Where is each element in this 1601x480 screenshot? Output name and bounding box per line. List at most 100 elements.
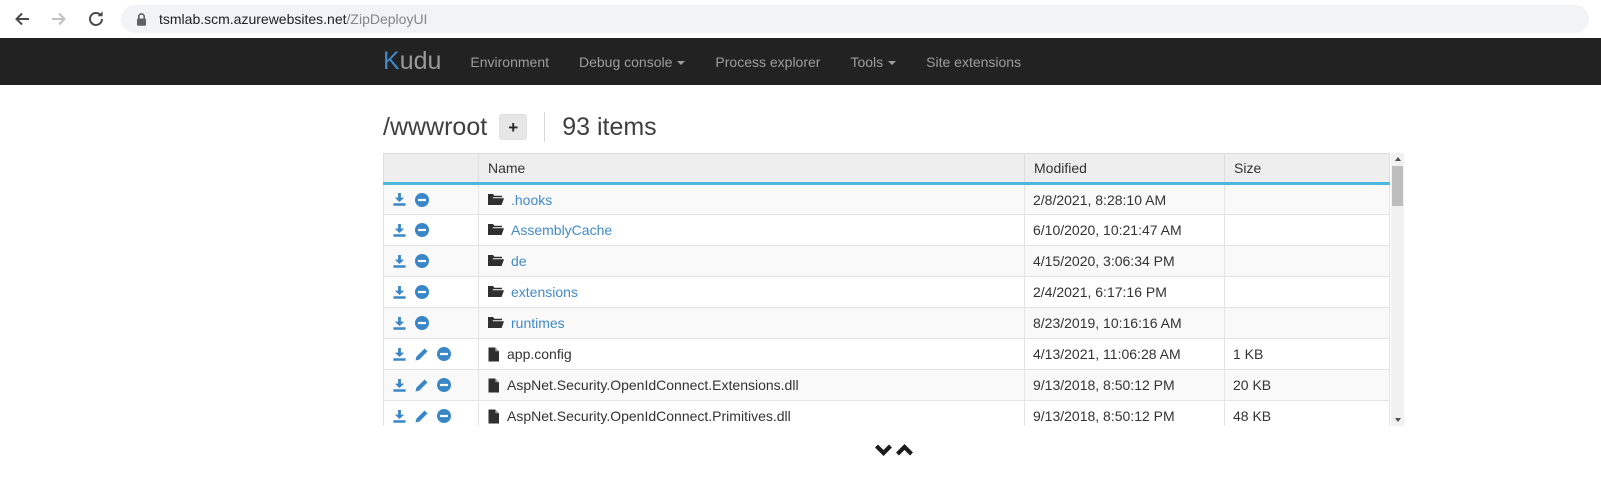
- scrollbar-thumb[interactable]: [1392, 166, 1403, 206]
- file-name-label[interactable]: app.config: [507, 346, 572, 362]
- file-table: Name Modified Size .hooks 2/8/2021, 8:28…: [383, 153, 1390, 426]
- nav-item-tools[interactable]: Tools: [835, 54, 911, 70]
- triangle-up-icon: [1395, 157, 1401, 161]
- browser-refresh-button[interactable]: [81, 4, 111, 34]
- delete-icon[interactable]: [436, 408, 452, 424]
- nav-item-debug-console[interactable]: Debug console: [564, 54, 700, 70]
- file-icon: [487, 378, 500, 393]
- col-header-size[interactable]: Size: [1225, 154, 1390, 184]
- path-title-row: /wwwroot + 93 items: [383, 110, 1404, 144]
- size-cell: 20 KB: [1225, 370, 1390, 401]
- pencil-icon[interactable]: [414, 409, 429, 424]
- table-row: extensions 2/4/2021, 6:17:16 PM: [384, 277, 1390, 308]
- table-header-row: Name Modified Size: [384, 154, 1390, 184]
- url-host: tsmlab.scm.azurewebsites.net: [159, 11, 347, 27]
- forward-arrow-icon: [50, 10, 68, 28]
- folder-name-link[interactable]: extensions: [511, 284, 578, 300]
- delete-icon[interactable]: [414, 222, 430, 238]
- size-cell: 1 KB: [1225, 339, 1390, 370]
- nav-item-site-extensions[interactable]: Site extensions: [911, 54, 1036, 70]
- pencil-icon[interactable]: [414, 378, 429, 393]
- file-browser-main: /wwwroot + 93 items Name Modified Size: [383, 110, 1404, 457]
- table-row: app.config 4/13/2021, 11:06:28 AM 1 KB: [384, 339, 1390, 370]
- address-bar[interactable]: tsmlab.scm.azurewebsites.net/ZipDeployUI: [121, 5, 1589, 33]
- chevron-down-icon: [677, 61, 685, 65]
- col-header-name[interactable]: Name: [479, 154, 1025, 184]
- size-cell: [1225, 246, 1390, 277]
- modified-cell: 2/8/2021, 8:28:10 AM: [1025, 184, 1225, 215]
- folder-icon: [487, 285, 504, 299]
- lock-icon[interactable]: [135, 12, 148, 27]
- modified-cell: 9/13/2018, 8:50:12 PM: [1025, 370, 1225, 401]
- folder-icon: [487, 223, 504, 237]
- delete-icon[interactable]: [414, 192, 430, 208]
- folder-name-link[interactable]: .hooks: [511, 192, 552, 208]
- nav-item-process-explorer[interactable]: Process explorer: [700, 54, 835, 70]
- table-row: runtimes 8/23/2019, 10:16:16 AM: [384, 308, 1390, 339]
- file-icon: [487, 409, 500, 424]
- download-icon[interactable]: [392, 409, 407, 424]
- download-icon[interactable]: [392, 347, 407, 362]
- size-cell: [1225, 277, 1390, 308]
- folder-name-link[interactable]: de: [511, 253, 527, 269]
- size-cell: 48 KB: [1225, 401, 1390, 427]
- file-icon: [487, 347, 500, 362]
- size-cell: [1225, 184, 1390, 215]
- table-row: .hooks 2/8/2021, 8:28:10 AM: [384, 184, 1390, 215]
- modified-cell: 2/4/2021, 6:17:16 PM: [1025, 277, 1225, 308]
- delete-icon[interactable]: [414, 284, 430, 300]
- chevron-up-icon[interactable]: [895, 443, 914, 457]
- download-icon[interactable]: [392, 316, 407, 331]
- browser-forward-button[interactable]: [44, 4, 74, 34]
- console-toggle-chevrons: [383, 443, 1404, 457]
- refresh-icon: [87, 10, 105, 28]
- browser-back-button[interactable]: [7, 4, 37, 34]
- file-name-label[interactable]: AspNet.Security.OpenIdConnect.Extensions…: [507, 377, 799, 393]
- modified-cell: 4/13/2021, 11:06:28 AM: [1025, 339, 1225, 370]
- size-cell: [1225, 308, 1390, 339]
- triangle-down-icon: [1395, 418, 1401, 422]
- download-icon[interactable]: [392, 254, 407, 269]
- scrollbar-down-arrow[interactable]: [1391, 414, 1404, 426]
- download-icon[interactable]: [392, 192, 407, 207]
- browser-chrome: tsmlab.scm.azurewebsites.net/ZipDeployUI: [0, 0, 1601, 38]
- download-icon[interactable]: [392, 378, 407, 393]
- delete-icon[interactable]: [436, 346, 452, 362]
- scrollbar-up-arrow[interactable]: [1391, 153, 1404, 165]
- table-row: AspNet.Security.OpenIdConnect.Primitives…: [384, 401, 1390, 427]
- chevron-down-icon: [888, 61, 896, 65]
- modified-cell: 6/10/2020, 10:21:47 AM: [1025, 215, 1225, 246]
- folder-name-link[interactable]: runtimes: [511, 315, 565, 331]
- kudu-brand-logo[interactable]: Kudu: [383, 47, 441, 76]
- back-arrow-icon: [13, 10, 31, 28]
- chevron-down-icon[interactable]: [874, 443, 893, 457]
- brand-rest: udu: [400, 47, 442, 75]
- add-item-button[interactable]: +: [499, 114, 527, 140]
- modified-cell: 4/15/2020, 3:06:34 PM: [1025, 246, 1225, 277]
- brand-letter-k: K: [383, 47, 400, 75]
- nav-item-environment[interactable]: Environment: [455, 54, 564, 70]
- file-name-label[interactable]: AspNet.Security.OpenIdConnect.Primitives…: [507, 408, 791, 424]
- delete-icon[interactable]: [414, 253, 430, 269]
- col-header-actions: [384, 154, 479, 184]
- current-path-title: /wwwroot: [383, 113, 487, 142]
- col-header-modified[interactable]: Modified: [1025, 154, 1225, 184]
- download-icon[interactable]: [392, 223, 407, 238]
- pencil-icon[interactable]: [414, 347, 429, 362]
- delete-icon[interactable]: [436, 377, 452, 393]
- folder-icon: [487, 254, 504, 268]
- table-row: AspNet.Security.OpenIdConnect.Extensions…: [384, 370, 1390, 401]
- download-icon[interactable]: [392, 285, 407, 300]
- url-text: tsmlab.scm.azurewebsites.net/ZipDeployUI: [159, 11, 427, 27]
- file-table-container: Name Modified Size .hooks 2/8/2021, 8:28…: [383, 153, 1404, 426]
- folder-icon: [487, 193, 504, 207]
- table-row: de 4/15/2020, 3:06:34 PM: [384, 246, 1390, 277]
- title-divider: [544, 112, 545, 142]
- delete-icon[interactable]: [414, 315, 430, 331]
- size-cell: [1225, 215, 1390, 246]
- table-row: AssemblyCache 6/10/2020, 10:21:47 AM: [384, 215, 1390, 246]
- table-scrollbar[interactable]: [1391, 153, 1404, 426]
- folder-icon: [487, 316, 504, 330]
- folder-name-link[interactable]: AssemblyCache: [511, 222, 612, 238]
- url-path: /ZipDeployUI: [347, 11, 428, 27]
